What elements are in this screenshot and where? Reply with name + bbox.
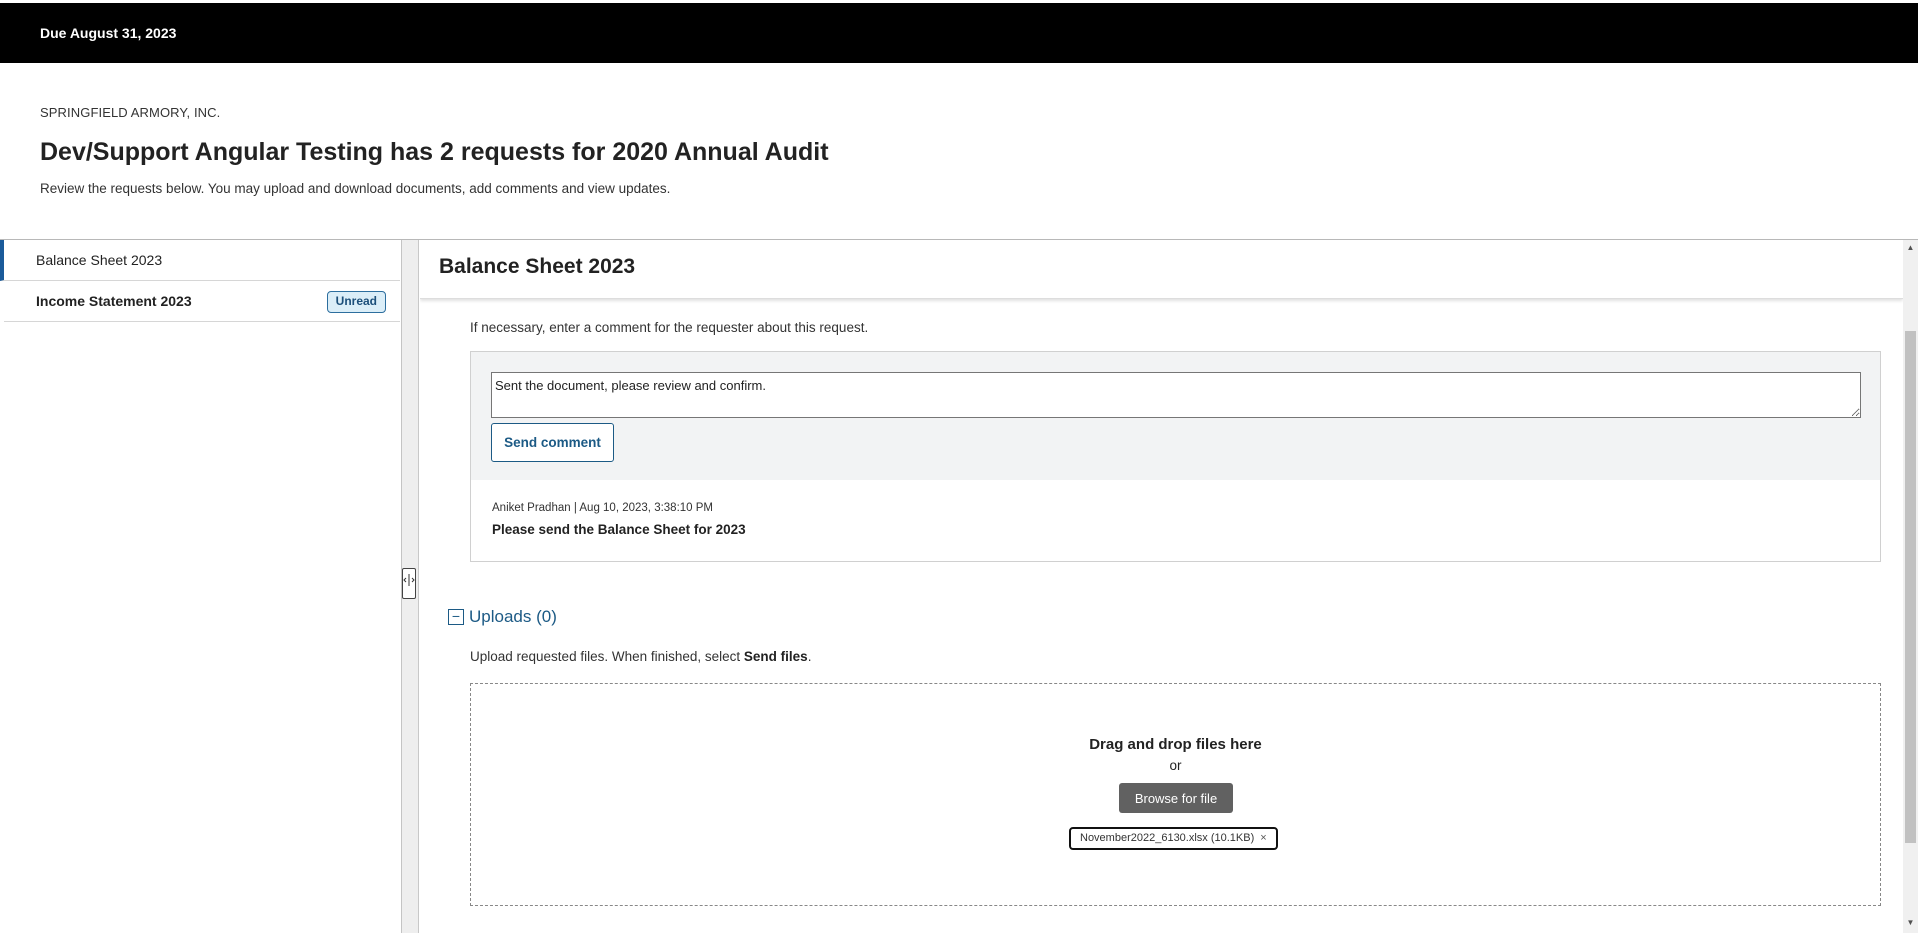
company-name: SPRINGFIELD ARMORY, INC. [40,105,221,120]
dropzone-or: or [1169,758,1182,773]
send-comment-button[interactable]: Send comment [491,423,614,462]
dropzone-title: Drag and drop files here [1089,736,1262,753]
sidebar-item-label: Balance Sheet 2023 [36,252,163,268]
browse-file-button[interactable]: Browse for file [1119,783,1233,813]
collapse-icon[interactable]: − [448,609,464,625]
uploads-hint-prefix: Upload requested files. When finished, s… [470,649,744,664]
sidebar-item-balance-sheet[interactable]: Balance Sheet 2023 [0,240,400,281]
uploads-hint-suffix: . [807,649,812,664]
file-dropzone[interactable]: Drag and drop files here or Browse for f… [470,683,1881,906]
scroll-down-icon[interactable]: ▼ [1903,918,1918,930]
file-chip[interactable]: November2022_6130.xlsx (10.1KB) × [1069,827,1278,850]
page-header: SPRINGFIELD ARMORY, INC. Dev/Support Ang… [0,63,1918,239]
detail-header: Balance Sheet 2023 [420,240,1903,299]
scrollbar-thumb[interactable] [1905,331,1916,843]
detail-scrollbar[interactable]: ▲ ▼ [1903,240,1918,933]
top-banner: Due August 31, 2023 [0,3,1918,63]
sidebar-item-income-statement[interactable]: Income Statement 2023 Unread [4,281,400,322]
close-icon[interactable]: × [1260,832,1266,844]
due-date: Due August 31, 2023 [40,25,177,41]
unread-badge: Unread [326,291,386,313]
file-chip-label: November2022_6130.xlsx (10.1KB) [1080,832,1255,844]
detail-title: Balance Sheet 2023 [439,255,636,278]
request-detail: Balance Sheet 2023 If necessary, enter a… [420,240,1903,933]
page-title: Dev/Support Angular Testing has 2 reques… [40,138,829,166]
uploads-hint-bold: Send files [743,649,808,664]
uploads-title[interactable]: Uploads (0) [469,607,557,627]
page-subtitle: Review the requests below. You may uploa… [40,181,671,196]
comment-panel: Send comment Aniket Pradhan | Aug 10, 20… [470,351,1881,562]
scroll-up-icon[interactable]: ▲ [1903,243,1918,255]
comment-compose: Send comment [471,352,1880,480]
sidebar-item-label: Income Statement 2023 [36,293,192,309]
uploads-hint: Upload requested files. When finished, s… [470,649,811,664]
request-sidebar: Balance Sheet 2023 Income Statement 2023… [0,240,402,933]
comment-input[interactable] [491,372,1861,418]
comment-text: Please send the Balance Sheet for 2023 [492,522,746,537]
resize-handle-icon[interactable] [402,568,416,599]
comment-meta: Aniket Pradhan | Aug 10, 2023, 3:38:10 P… [492,502,714,514]
resize-handle-glyph [403,574,415,586]
comment-hint: If necessary, enter a comment for the re… [470,320,869,335]
